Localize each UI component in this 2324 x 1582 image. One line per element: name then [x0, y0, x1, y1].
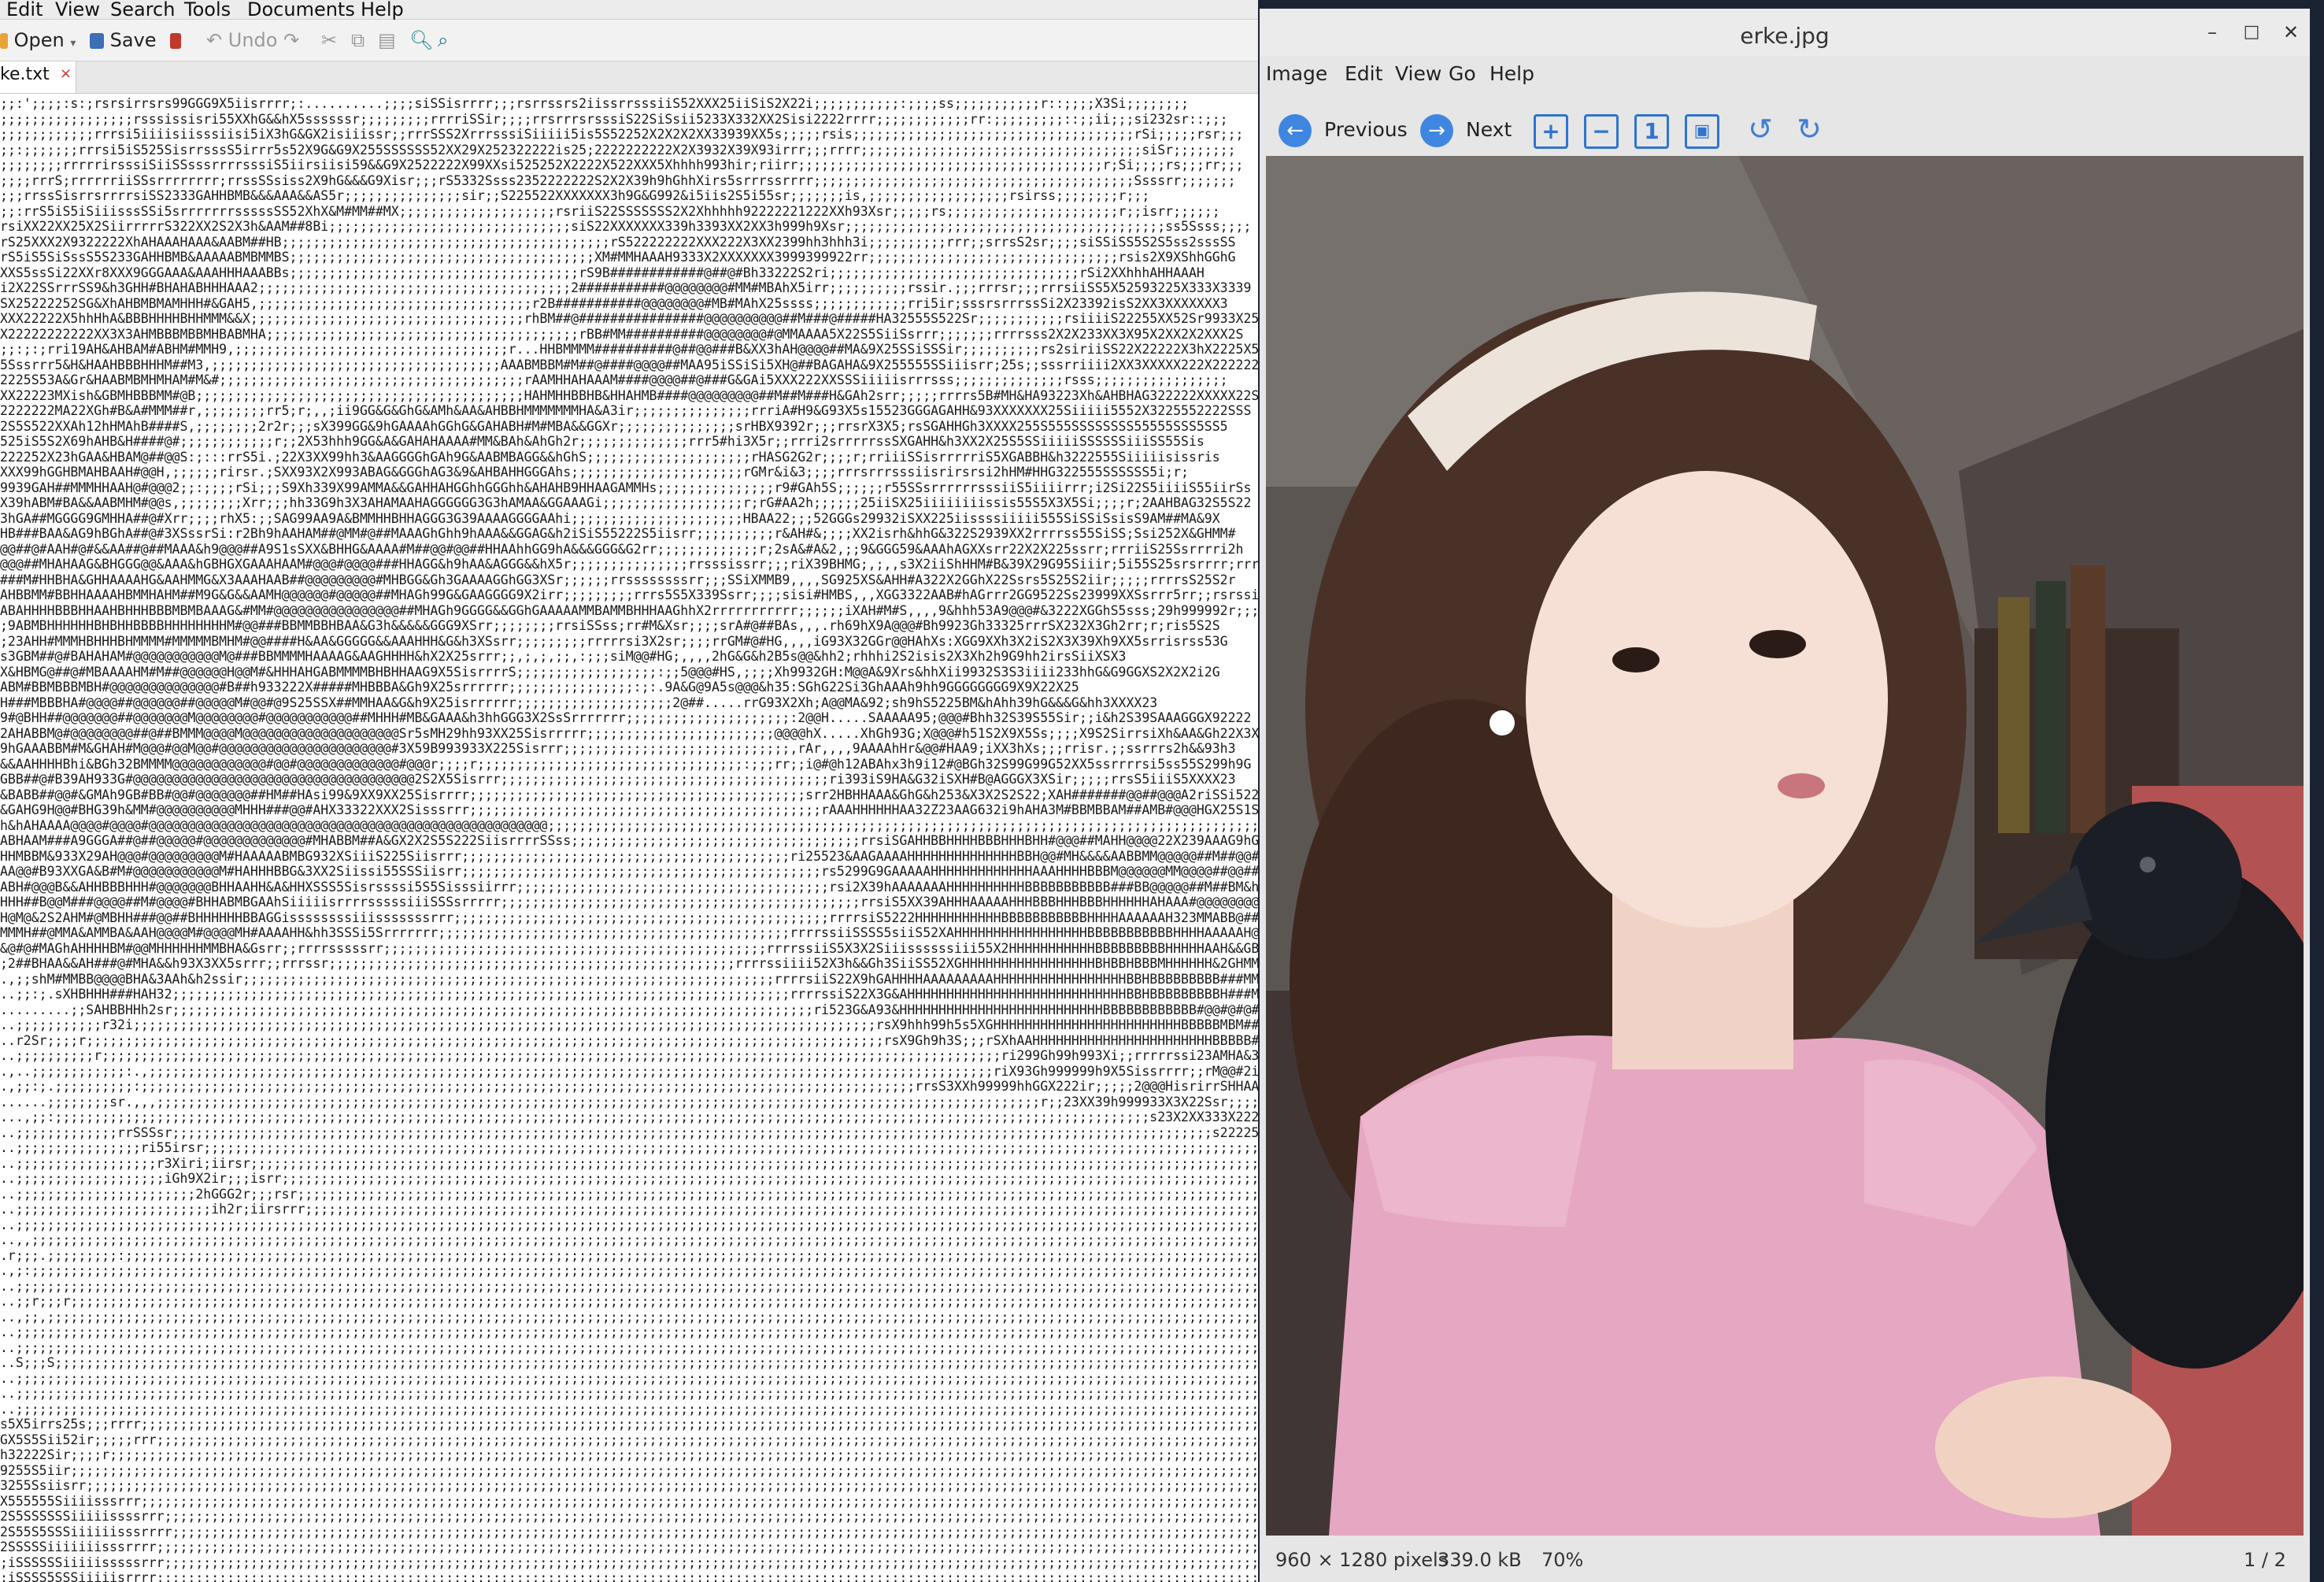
chevron-down-icon: ▾ — [70, 37, 76, 50]
menu-edit[interactable]: Edit — [6, 0, 43, 19]
save-icon — [90, 33, 104, 49]
paste-icon: ▤ — [378, 29, 396, 51]
zoom-out-icon[interactable]: − — [1584, 114, 1619, 149]
open-button[interactable]: Open ▾ — [0, 26, 76, 54]
viewer-toolbar: ← Previous → Next + − 1 ▣ ↺ ↻ — [1260, 99, 2310, 161]
editor-menubar: Edit View Search Tools Documents Help — [0, 0, 1258, 20]
arrow-left-icon: ← — [1286, 119, 1304, 143]
displayed-photo — [1266, 156, 2304, 1536]
folder-icon — [0, 33, 8, 49]
normal-size-icon[interactable]: 1 — [1634, 114, 1669, 149]
save-label: Save — [109, 29, 157, 51]
menu-edit[interactable]: Edit — [1345, 62, 1382, 85]
print-button[interactable] — [170, 26, 181, 54]
menu-view[interactable]: View — [55, 0, 100, 19]
search-icon: 🔍︎ — [409, 29, 434, 51]
arrow-right-icon: → — [1428, 119, 1445, 143]
close-icon[interactable]: ✕ — [2278, 20, 2304, 45]
window-title: erke.jpg — [1740, 23, 1830, 49]
editor-toolbar: Open ▾ Save ↶ Undo ↷ ✂ ⧉ ▤ 🔍︎ ⌕ — [0, 20, 1258, 61]
copy-icon: ⧉ — [351, 29, 365, 51]
undo-icon: ↶ — [206, 29, 223, 51]
next-label[interactable]: Next — [1466, 118, 1512, 141]
previous-label[interactable]: Previous — [1324, 118, 1408, 141]
undo-label: Undo — [228, 29, 278, 51]
open-label: Open — [13, 29, 65, 51]
viewer-statusbar: 960 × 1280 pixels 339.0 kB 70% 1 / 2 — [1260, 1541, 2310, 1582]
rotate-left-icon[interactable]: ↺ — [1743, 112, 1778, 146]
rotate-right-icon[interactable]: ↻ — [1792, 112, 1826, 146]
print-icon — [170, 33, 181, 49]
redo-icon: ↷ — [283, 29, 300, 51]
viewer-titlebar: erke.jpg – □ ✕ — [1260, 9, 2310, 56]
viewer-menubar: Image Edit View Go Help — [1260, 56, 2310, 97]
find-replace-button[interactable]: ⌕ — [438, 26, 448, 54]
editor-tabbar: ke.txt × — [0, 61, 1258, 94]
cut-icon: ✂ — [321, 29, 338, 51]
tab-label: ke.txt — [0, 65, 50, 84]
close-icon[interactable]: × — [60, 65, 72, 82]
menu-tools[interactable]: Tools — [184, 0, 231, 19]
undo-button[interactable]: ↶ Undo — [206, 26, 277, 54]
cut-button[interactable]: ✂ — [321, 26, 337, 54]
save-button[interactable]: Save — [90, 26, 157, 54]
text-area[interactable]: ;;:';;;;:s:;rsrsirrsrs99GGG9X5iisrrrr;:.… — [0, 96, 1258, 1582]
tab-ke-txt[interactable]: ke.txt × — [0, 61, 76, 93]
menu-image[interactable]: Image — [1266, 62, 1327, 85]
maximize-icon[interactable]: □ — [2239, 20, 2264, 45]
text-editor-window: Edit View Search Tools Documents Help Op… — [0, 0, 1258, 1582]
minimize-icon[interactable]: – — [2200, 20, 2225, 45]
find-button[interactable]: 🔍︎ — [409, 26, 433, 54]
image-viewer-window: erke.jpg – □ ✕ Image Edit View Go Help ←… — [1260, 9, 2310, 1582]
menu-search[interactable]: Search — [110, 0, 175, 19]
image-position: 1 / 2 — [2244, 1549, 2286, 1571]
next-button[interactable]: → — [1420, 114, 1453, 147]
menu-view[interactable]: View — [1395, 62, 1441, 85]
best-fit-icon[interactable]: ▣ — [1685, 114, 1719, 149]
menu-documents[interactable]: Documents — [247, 0, 355, 19]
photo-illustration — [1266, 156, 2304, 1536]
previous-button[interactable]: ← — [1279, 114, 1312, 147]
copy-button[interactable]: ⧉ — [351, 26, 365, 54]
image-dimensions: 960 × 1280 pixels — [1275, 1549, 1449, 1571]
paste-button[interactable]: ▤ — [378, 26, 396, 54]
menu-help[interactable]: Help — [1490, 62, 1534, 85]
zoom-in-icon[interactable]: + — [1534, 114, 1568, 149]
menu-go[interactable]: Go — [1449, 62, 1476, 85]
find-replace-icon: ⌕ — [438, 29, 449, 51]
file-size: 339.0 kB — [1438, 1549, 1522, 1571]
zoom-level: 70% — [1541, 1549, 1584, 1571]
menu-help[interactable]: Help — [361, 0, 404, 19]
redo-button[interactable]: ↷ — [283, 26, 299, 54]
